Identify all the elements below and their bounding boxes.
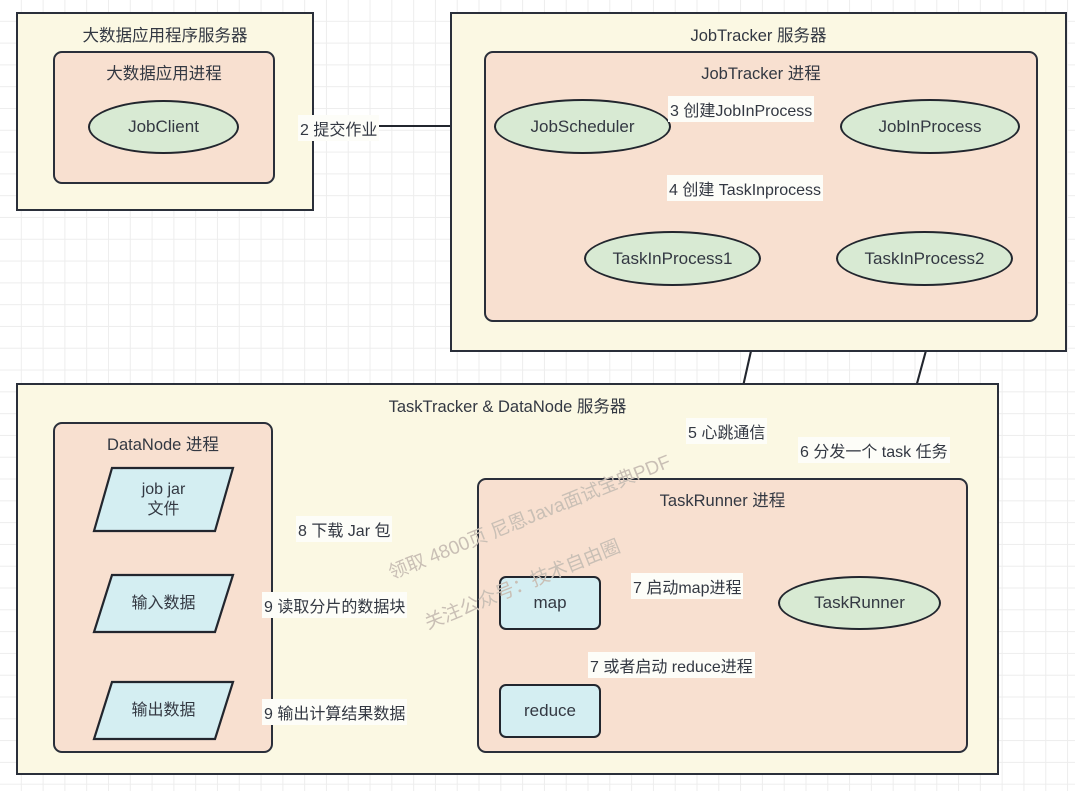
container-datanode-process-title: DataNode 进程 — [107, 436, 219, 454]
diagram-canvas: 领取 4800页 尼恩Java面试宝典PDF 关注公众号：技术自由圈 大数据应用… — [0, 0, 1075, 791]
edge-label-9-write: 9 输出计算结果数据 — [262, 699, 408, 725]
edge-label-8: 8 下载 Jar 包 — [296, 516, 393, 542]
node-task-runner[interactable]: TaskRunner — [778, 576, 941, 630]
node-job-jar-file[interactable]: job jar 文件 — [92, 466, 235, 533]
node-map[interactable]: map — [499, 576, 601, 630]
edge-label-9-read: 9 读取分片的数据块 — [262, 592, 408, 618]
container-taskrunner-process-title: TaskRunner 进程 — [659, 492, 786, 510]
edge-label-4: 4 创建 TaskInprocess — [667, 175, 824, 201]
node-output-data[interactable]: 输出数据 — [92, 680, 235, 741]
container-jobtracker-process-title: JobTracker 进程 — [701, 65, 821, 83]
edge-label-7-map: 7 启动map进程 — [631, 573, 744, 599]
node-task-in-process-2[interactable]: TaskInProcess2 — [836, 231, 1013, 286]
node-job-in-process[interactable]: JobInProcess — [840, 99, 1020, 154]
container-tasktracker-server-title: TaskTracker & DataNode 服务器 — [388, 398, 627, 416]
edge-label-3: 3 创建JobInProcess — [668, 96, 815, 122]
edge-label-7-reduce: 7 或者启动 reduce进程 — [588, 652, 755, 678]
node-task-in-process-1[interactable]: TaskInProcess1 — [584, 231, 761, 286]
node-input-data-label: 输入数据 — [131, 594, 196, 612]
node-reduce[interactable]: reduce — [499, 684, 601, 738]
edge-label-6: 6 分发一个 task 任务 — [798, 437, 950, 463]
node-job-scheduler[interactable]: JobScheduler — [494, 99, 671, 154]
container-jobtracker-server-title: JobTracker 服务器 — [690, 27, 827, 45]
node-job-client[interactable]: JobClient — [88, 100, 239, 154]
edge-label-5: 5 心跳通信 — [686, 418, 768, 444]
edge-label-2: 2 提交作业 — [298, 115, 380, 141]
node-input-data[interactable]: 输入数据 — [92, 573, 235, 634]
node-job-jar-file-label: job jar 文件 — [141, 481, 186, 518]
node-output-data-label: 输出数据 — [131, 701, 196, 719]
container-app-process-title: 大数据应用进程 — [106, 65, 222, 83]
container-app-server-title: 大数据应用程序服务器 — [82, 27, 248, 45]
